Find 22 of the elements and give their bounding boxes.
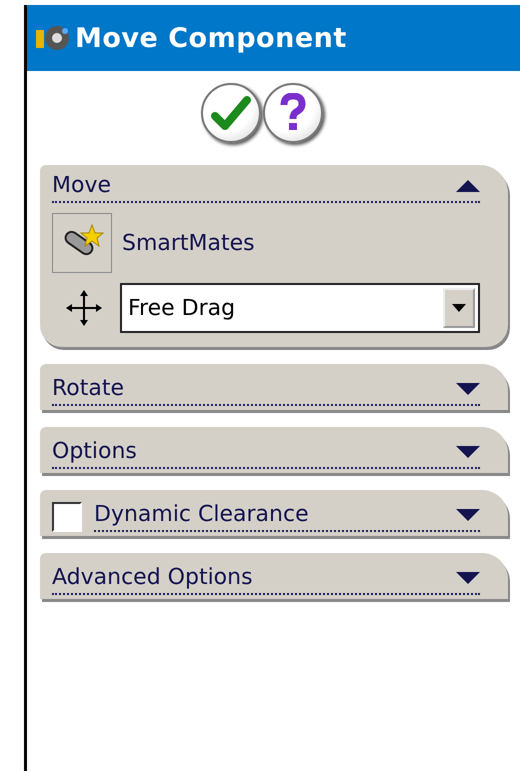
expand-arrow-icon[interactable] xyxy=(456,382,480,394)
smartmates-label: SmartMates xyxy=(122,230,255,256)
checkmark-icon xyxy=(210,96,250,130)
checkbox[interactable] xyxy=(52,502,82,532)
help-button[interactable] xyxy=(262,83,322,143)
question-mark-icon xyxy=(278,93,308,133)
expand-arrow-icon[interactable] xyxy=(456,572,480,584)
smartmates-button[interactable] xyxy=(52,213,112,273)
expand-arrow-icon[interactable] xyxy=(456,446,480,458)
section-header[interactable]: Rotate xyxy=(40,364,508,410)
section-title: Dynamic Clearance xyxy=(94,502,309,527)
section-header[interactable]: Advanced Options xyxy=(40,553,508,599)
window-title: Move Component xyxy=(75,22,347,54)
dropdown-button[interactable] xyxy=(443,288,475,328)
move-arrows-icon xyxy=(64,288,104,328)
move-mode-dropdown[interactable]: Free Drag xyxy=(120,283,480,333)
ok-button[interactable] xyxy=(200,83,260,143)
collapse-arrow-icon[interactable] xyxy=(456,180,480,192)
section-title: Move xyxy=(52,173,111,198)
expand-arrow-icon[interactable] xyxy=(456,508,480,520)
section-header[interactable]: Options xyxy=(40,427,508,473)
caret-icon xyxy=(452,304,466,312)
